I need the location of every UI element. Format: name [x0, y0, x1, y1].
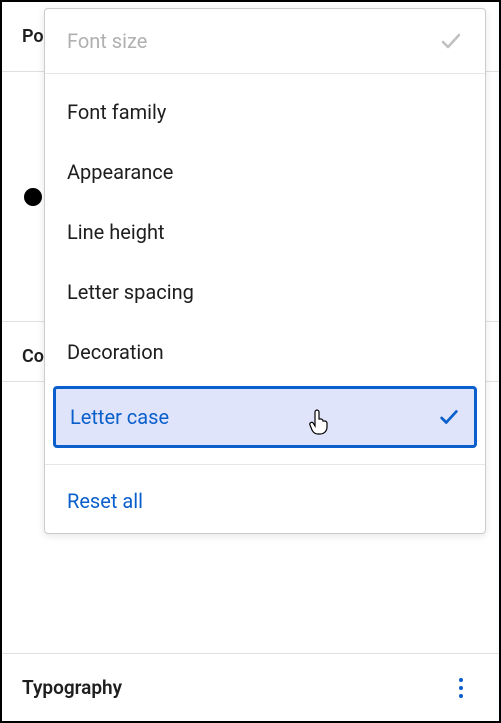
kebab-icon — [459, 676, 463, 700]
pointer-cursor-icon — [308, 409, 330, 435]
color-swatch-black — [24, 188, 42, 206]
menu-item-label: Letter spacing — [67, 280, 194, 304]
menu-item-font-size: Font size — [45, 9, 485, 74]
menu-item-letter-case[interactable]: Letter case — [53, 386, 477, 448]
menu-items-group: Font family Appearance Line height Lette… — [45, 74, 485, 460]
menu-item-label: Font size — [67, 29, 147, 53]
menu-item-label: Decoration — [67, 340, 164, 364]
typography-options-button[interactable] — [443, 670, 479, 706]
menu-item-label: Reset all — [67, 489, 143, 513]
typography-panel-header: Typography — [2, 653, 499, 721]
menu-item-appearance[interactable]: Appearance — [45, 142, 485, 202]
check-icon — [439, 29, 463, 53]
menu-item-label: Appearance — [67, 160, 173, 184]
menu-item-label: Letter case — [70, 405, 169, 429]
check-icon — [438, 406, 460, 428]
menu-item-letter-spacing[interactable]: Letter spacing — [45, 262, 485, 322]
menu-item-label: Font family — [67, 100, 166, 124]
menu-item-decoration[interactable]: Decoration — [45, 322, 485, 382]
menu-item-reset-all[interactable]: Reset all — [45, 469, 485, 533]
typography-options-dropdown: Font size Font family Appearance Line he… — [44, 8, 486, 534]
menu-item-font-family[interactable]: Font family — [45, 82, 485, 142]
menu-item-line-height[interactable]: Line height — [45, 202, 485, 262]
menu-divider — [45, 464, 485, 465]
menu-item-label: Line height — [67, 220, 165, 244]
typography-label: Typography — [22, 676, 122, 699]
